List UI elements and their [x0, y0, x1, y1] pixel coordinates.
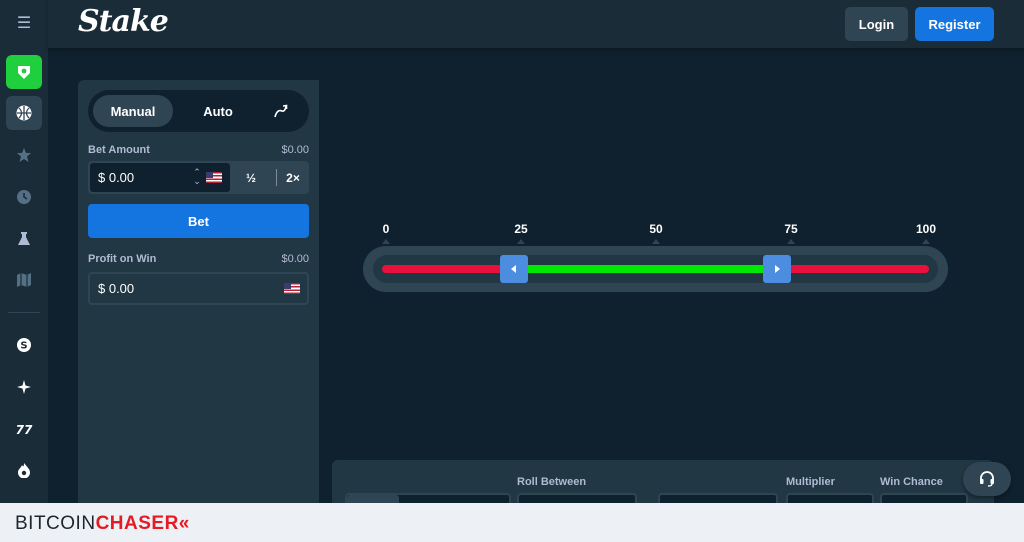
- chart-arrow-icon[interactable]: [268, 98, 294, 124]
- fire-icon[interactable]: [10, 456, 38, 484]
- bet-button[interactable]: Bet: [88, 204, 309, 238]
- lose-range-right: [787, 265, 929, 273]
- roll-slider: [363, 246, 948, 292]
- tick-marker: [787, 239, 795, 244]
- multiplier-input[interactable]: [786, 493, 874, 503]
- roll-between-max-input[interactable]: [658, 493, 778, 503]
- tick-marker: [382, 239, 390, 244]
- menu-icon[interactable]: ☰: [14, 14, 34, 34]
- sparkle-icon[interactable]: [10, 373, 38, 401]
- tick-marker: [652, 239, 660, 244]
- profit-usd: $0.00: [281, 253, 309, 265]
- stake-logo[interactable]: Stake: [78, 4, 169, 39]
- stepper-icon[interactable]: ⌃ ⌄: [192, 168, 202, 186]
- slider-track[interactable]: [373, 255, 938, 283]
- multiplier-label: Multiplier: [786, 476, 835, 488]
- bet-amount-value: $ 0.00: [98, 170, 135, 185]
- profit-value: $ 0.00: [98, 281, 135, 296]
- clock-icon[interactable]: [10, 183, 38, 211]
- profit-on-win-field: $ 0.00: [88, 272, 309, 305]
- register-button[interactable]: Register: [915, 7, 994, 41]
- sidebar: ☰ S 77: [0, 0, 48, 503]
- bet-amount-usd: $0.00: [281, 144, 309, 156]
- tick-label: 75: [784, 222, 798, 236]
- win-chance-label: Win Chance: [880, 476, 943, 488]
- star-icon[interactable]: [10, 141, 38, 169]
- tick-label: 50: [649, 222, 663, 236]
- svg-text:77: 77: [16, 423, 33, 437]
- svg-text:S: S: [20, 341, 27, 352]
- roll-mode-active: [347, 495, 399, 503]
- tick-label: 0: [382, 222, 390, 236]
- double-button[interactable]: 2×: [279, 163, 307, 192]
- bet-amount-label: Bet Amount: [88, 144, 150, 156]
- flask-icon[interactable]: [10, 225, 38, 253]
- win-range: [514, 265, 794, 273]
- bet-controls-panel: Manual Auto Bet Amount $0.00 $ 0.00 ⌃ ⌄ ½…: [78, 80, 319, 503]
- win-chance-input[interactable]: [880, 493, 968, 503]
- roll-between-label: Roll Between: [517, 476, 587, 488]
- usd-flag-icon: [284, 283, 300, 294]
- roll-between-min-input[interactable]: [517, 493, 637, 503]
- usd-flag-icon: [206, 172, 222, 183]
- tab-auto[interactable]: Auto: [188, 95, 248, 127]
- half-button[interactable]: ½: [233, 163, 269, 192]
- tick-label: 25: [514, 222, 528, 236]
- game-settings-bar: Roll Between Multiplier Win Chance: [332, 460, 994, 503]
- tab-manual[interactable]: Manual: [93, 95, 173, 127]
- sidebar-divider: [8, 312, 40, 313]
- bet-mode-tabs: Manual Auto: [88, 90, 309, 132]
- footer-banner: BITCOINCHASER«: [0, 503, 1024, 542]
- tick-label: 100: [915, 222, 937, 236]
- stake-coin-icon[interactable]: S: [10, 331, 38, 359]
- bitcoinchaser-logo: BITCOINCHASER«: [15, 513, 190, 534]
- login-button[interactable]: Login: [845, 7, 908, 41]
- bet-amount-input[interactable]: $ 0.00 ⌃ ⌄: [90, 163, 230, 192]
- tick-marker: [922, 239, 930, 244]
- slider-handle-high[interactable]: [763, 255, 791, 283]
- sports-icon[interactable]: [6, 96, 42, 130]
- bet-amount-group: $ 0.00 ⌃ ⌄ ½ 2×: [88, 161, 309, 194]
- map-icon[interactable]: [10, 266, 38, 294]
- headset-icon: [980, 471, 994, 487]
- profit-label: Profit on Win: [88, 253, 157, 265]
- tick-marker: [517, 239, 525, 244]
- slider-handle-low[interactable]: [500, 255, 528, 283]
- support-chat-button[interactable]: [963, 462, 1011, 496]
- button-separator: [276, 169, 277, 186]
- casino-icon[interactable]: [6, 55, 42, 89]
- game-area: 0 25 50 75 100: [319, 80, 994, 460]
- top-header: Stake Login Register: [48, 0, 1024, 48]
- sevens-icon[interactable]: 77: [10, 415, 38, 443]
